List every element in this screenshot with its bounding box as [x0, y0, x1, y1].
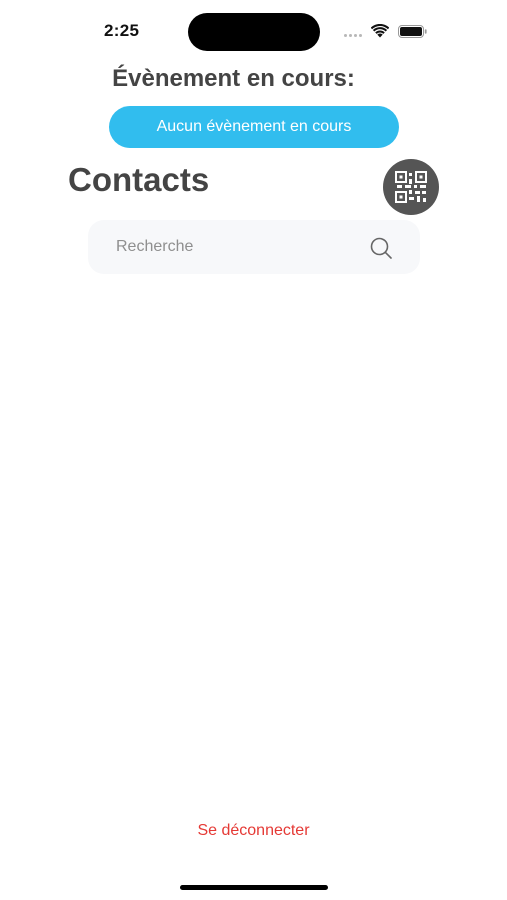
event-heading: Évènement en cours: — [112, 65, 355, 92]
dynamic-island — [188, 13, 320, 51]
search-bar — [88, 220, 420, 274]
search-icon[interactable] — [369, 236, 393, 260]
qr-scan-button[interactable] — [383, 159, 439, 215]
wifi-icon — [371, 24, 389, 38]
current-event-button[interactable]: Aucun évènement en cours — [109, 106, 399, 148]
home-indicator[interactable] — [180, 885, 328, 890]
status-bar: 2:25 — [0, 0, 507, 62]
cellular-signal-icon — [344, 34, 364, 38]
battery-icon — [398, 25, 427, 38]
qr-code-icon — [395, 171, 427, 203]
page-title: Contacts — [68, 161, 210, 198]
logout-button[interactable]: Se déconnecter — [0, 820, 507, 842]
status-time: 2:25 — [104, 21, 140, 40]
search-input[interactable] — [116, 220, 356, 274]
